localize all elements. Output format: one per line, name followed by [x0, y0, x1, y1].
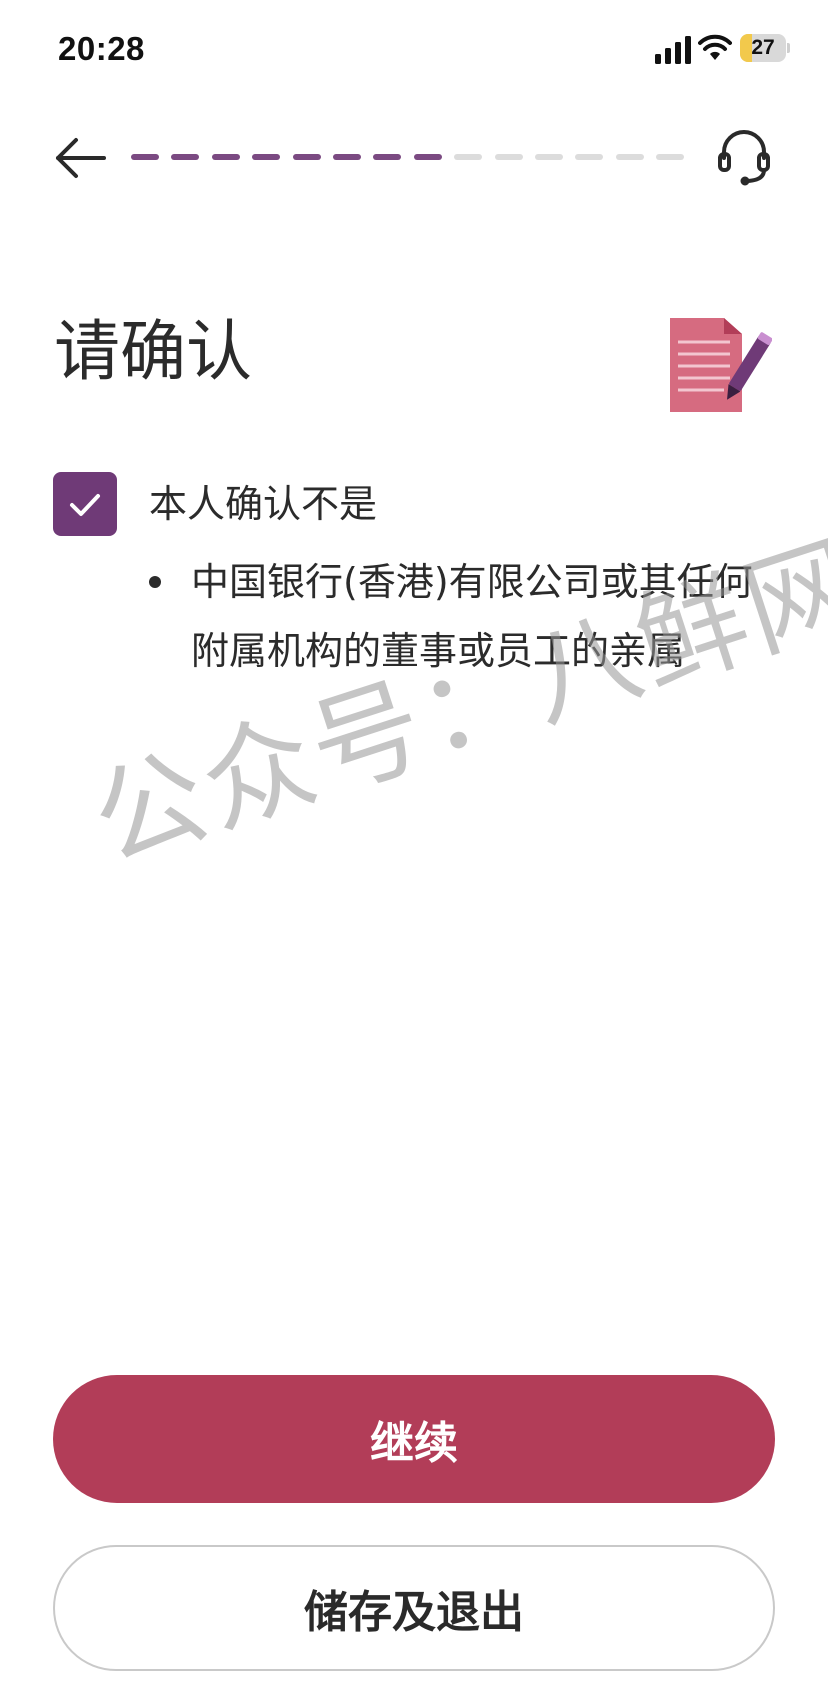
status-time: 20:28: [58, 30, 145, 67]
progress-segment: [252, 154, 281, 160]
checkmark-icon: [70, 494, 100, 516]
bullet-text: 中国银行(香港)有限公司或其任何附属机构的董事或员工的亲属: [191, 560, 753, 673]
battery-level: 27: [751, 36, 775, 59]
back-button[interactable]: [50, 130, 110, 186]
progress-segment: [131, 154, 159, 160]
page-title: 请确认: [54, 313, 252, 390]
progress-segment: [615, 154, 644, 160]
progress-segment: [494, 154, 523, 160]
progress-segment: [454, 154, 483, 160]
progress-segment: [292, 154, 321, 160]
progress-segment: [413, 154, 442, 160]
confirm-label: 本人确认不是: [149, 482, 378, 526]
status-bar: 20:28 27: [0, 0, 828, 100]
bullet-dot: [149, 576, 161, 588]
progress-segment: [333, 154, 361, 160]
confirmation-bullet-list: 中国银行(香港)有限公司或其任何附属机构的董事或员工的亲属: [149, 548, 769, 686]
progress-segment: [211, 154, 240, 160]
progress-segment: [171, 154, 200, 160]
step-progress-indicator: [131, 154, 699, 162]
progress-segment: [535, 154, 563, 160]
signal-icon: [655, 36, 691, 64]
battery-icon: 27: [740, 34, 790, 62]
progress-segment: [656, 154, 685, 160]
arrow-left-icon: [56, 138, 106, 178]
confirmation-page: 20:28 27 请确认 本人确认不是 中国银行(香港)有限公司或其任何附属机构…: [0, 0, 828, 1691]
save-and-exit-button[interactable]: 储存及退出: [53, 1545, 775, 1671]
list-item: 中国银行(香港)有限公司或其任何附属机构的董事或员工的亲属: [149, 548, 769, 686]
headset-icon: [718, 130, 770, 186]
continue-button[interactable]: 继续: [53, 1375, 775, 1503]
confirm-checkbox[interactable]: [53, 472, 117, 536]
wifi-icon: [698, 34, 732, 60]
document-pen-icon: [670, 318, 772, 412]
support-button[interactable]: [716, 128, 772, 188]
progress-segment: [575, 154, 604, 160]
progress-segment: [373, 154, 402, 160]
